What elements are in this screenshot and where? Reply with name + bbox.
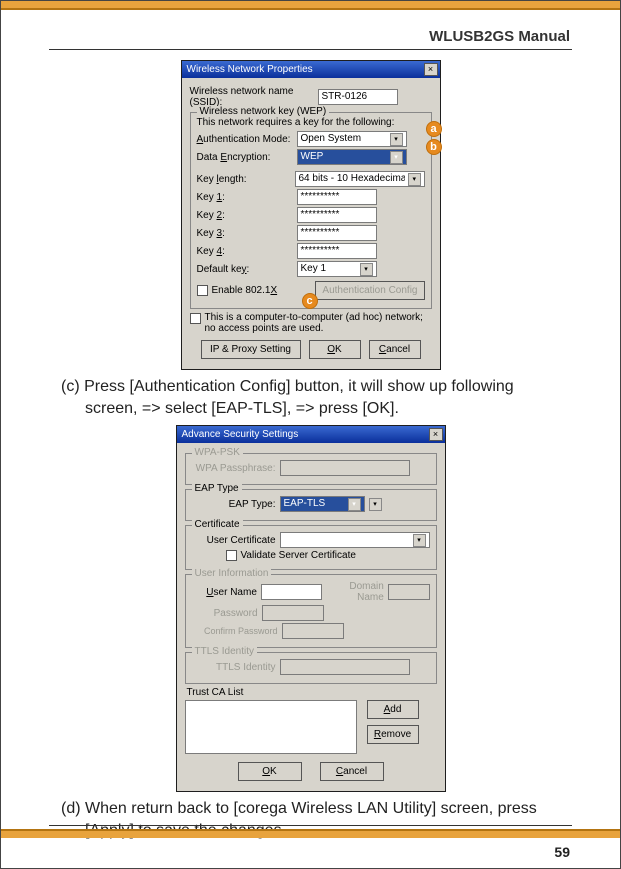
- default-key-select[interactable]: Key 1 ▾: [297, 261, 377, 277]
- data-enc-value: WEP: [301, 150, 324, 164]
- user-info-title: User Information: [192, 568, 272, 579]
- user-name-input[interactable]: [261, 584, 323, 600]
- key-len-select[interactable]: 64 bits - 10 Hexadecimal digits(0-9 ▾: [295, 171, 425, 187]
- header-rule: [49, 49, 572, 50]
- user-cert-label: User Certificate: [192, 535, 280, 546]
- ok-button[interactable]: OK: [238, 762, 302, 781]
- cancel-button[interactable]: Cancel: [320, 762, 384, 781]
- annotation-a: a: [426, 121, 442, 137]
- user-info-group: User Information User Name Domain Name P…: [185, 574, 437, 648]
- domain-name-label: Domain Name: [322, 581, 387, 603]
- wpa-psk-title: WPA-PSK: [192, 447, 243, 458]
- key3-label: Key 3:: [197, 228, 297, 239]
- chevron-down-icon: ▾: [360, 263, 373, 276]
- titlebar: Advance Security Settings ×: [177, 426, 445, 443]
- chevron-down-icon: ▾: [390, 133, 403, 146]
- key2-input[interactable]: **********: [297, 207, 377, 223]
- confirm-pw-label: Confirm Password: [192, 626, 282, 636]
- header-title: WLUSB2GS Manual: [1, 10, 620, 49]
- close-icon[interactable]: ×: [429, 428, 443, 441]
- paragraph-c: (c) Press [Authentication Config] button…: [61, 376, 560, 419]
- annotation-b: b: [426, 139, 442, 155]
- content-area: Wireless Network Properties × Wireless n…: [1, 60, 620, 841]
- enable-1x-checkbox[interactable]: [197, 285, 208, 296]
- page-number: 59: [554, 844, 570, 860]
- annotation-c: c: [302, 293, 318, 309]
- validate-cert-checkbox[interactable]: [226, 550, 237, 561]
- ok-button[interactable]: OK: [309, 340, 361, 359]
- ttls-label: TTLS Identity: [192, 662, 280, 673]
- user-cert-select[interactable]: ▾: [280, 532, 430, 548]
- password-label: Password: [192, 608, 262, 619]
- top-band: [1, 1, 620, 10]
- eap-type-select[interactable]: EAP-TLS ▾: [280, 496, 365, 512]
- ttls-group-title: TTLS Identity: [192, 646, 257, 657]
- ssid-input[interactable]: STR-0126: [318, 89, 398, 105]
- key1-input[interactable]: **********: [297, 189, 377, 205]
- adhoc-note: This is a computer-to-computer (ad hoc) …: [205, 312, 432, 334]
- default-key-label: Default key:: [197, 264, 297, 275]
- auth-mode-value: Open System: [301, 132, 362, 146]
- certificate-group: Certificate User Certificate ▾ Validate …: [185, 525, 437, 570]
- auth-config-button[interactable]: Authentication Config: [315, 281, 424, 300]
- titlebar: Wireless Network Properties ×: [182, 61, 440, 78]
- wpa-passphrase-input: [280, 460, 410, 476]
- close-icon[interactable]: ×: [424, 63, 438, 76]
- password-input: [262, 605, 324, 621]
- domain-name-input: [388, 584, 430, 600]
- key-len-value: 64 bits - 10 Hexadecimal digits(0-9: [299, 172, 406, 186]
- default-key-value: Key 1: [301, 262, 327, 276]
- chevron-down-icon: ▾: [348, 498, 361, 511]
- data-enc-select[interactable]: WEP ▾: [297, 149, 407, 165]
- user-name-label: User Name: [192, 587, 261, 598]
- enable-1x-label: Enable 802.1X: [212, 285, 278, 296]
- cert-group-title: Certificate: [192, 519, 243, 530]
- chevron-down-icon: ▾: [413, 534, 426, 547]
- ttls-input: [280, 659, 410, 675]
- trust-ca-list[interactable]: [185, 700, 357, 754]
- advance-security-dialog: Advance Security Settings × WPA-PSK WPA …: [176, 425, 446, 792]
- key-len-label: Key length:: [197, 174, 247, 185]
- key4-input[interactable]: **********: [297, 243, 377, 259]
- ip-proxy-button[interactable]: IP & Proxy Setting: [201, 340, 301, 359]
- key2-label: Key 2:: [197, 210, 297, 221]
- chevron-down-icon[interactable]: ▾: [369, 498, 382, 511]
- auth-mode-select[interactable]: Open System ▾: [297, 131, 407, 147]
- key3-input[interactable]: **********: [297, 225, 377, 241]
- wep-group: Wireless network key (WEP) This network …: [190, 112, 432, 309]
- auth-mode-label: thentication Mode:: [209, 134, 291, 145]
- confirm-pw-input: [282, 623, 344, 639]
- chevron-down-icon: ▾: [408, 173, 420, 186]
- remove-button[interactable]: Remove: [367, 725, 419, 744]
- dialog-title: Advance Security Settings: [182, 429, 429, 440]
- wep-group-title: Wireless network key (WEP): [197, 106, 330, 117]
- data-enc-label: Data Encryption:: [197, 152, 271, 163]
- wep-note: This network requires a key for the foll…: [197, 117, 425, 128]
- cancel-button[interactable]: Cancel: [369, 340, 421, 359]
- wpa-passphrase-label: WPA Passphrase:: [192, 463, 280, 474]
- adhoc-checkbox[interactable]: [190, 313, 201, 324]
- key1-label: Key 1:: [197, 192, 297, 203]
- key4-label: Key 4:: [197, 246, 297, 257]
- eap-type-label: EAP Type:: [192, 499, 280, 510]
- eap-type-value: EAP-TLS: [284, 497, 326, 511]
- footer-band: [1, 829, 620, 838]
- add-button[interactable]: Add: [367, 700, 419, 719]
- eap-group-title: EAP Type: [192, 483, 242, 494]
- ssid-label: Wireless network name (SSID):: [190, 86, 318, 108]
- wireless-properties-dialog: Wireless Network Properties × Wireless n…: [181, 60, 441, 370]
- dialog-title: Wireless Network Properties: [187, 64, 424, 75]
- ttls-group: TTLS Identity TTLS Identity: [185, 652, 437, 684]
- chevron-down-icon: ▾: [390, 151, 403, 164]
- wpa-psk-group: WPA-PSK WPA Passphrase:: [185, 453, 437, 485]
- footer-rule: [49, 825, 572, 826]
- validate-cert-label: Validate Server Certificate: [241, 550, 356, 561]
- trust-ca-label: Trust CA List: [187, 687, 437, 698]
- eap-group: EAP Type EAP Type: EAP-TLS ▾ ▾: [185, 489, 437, 521]
